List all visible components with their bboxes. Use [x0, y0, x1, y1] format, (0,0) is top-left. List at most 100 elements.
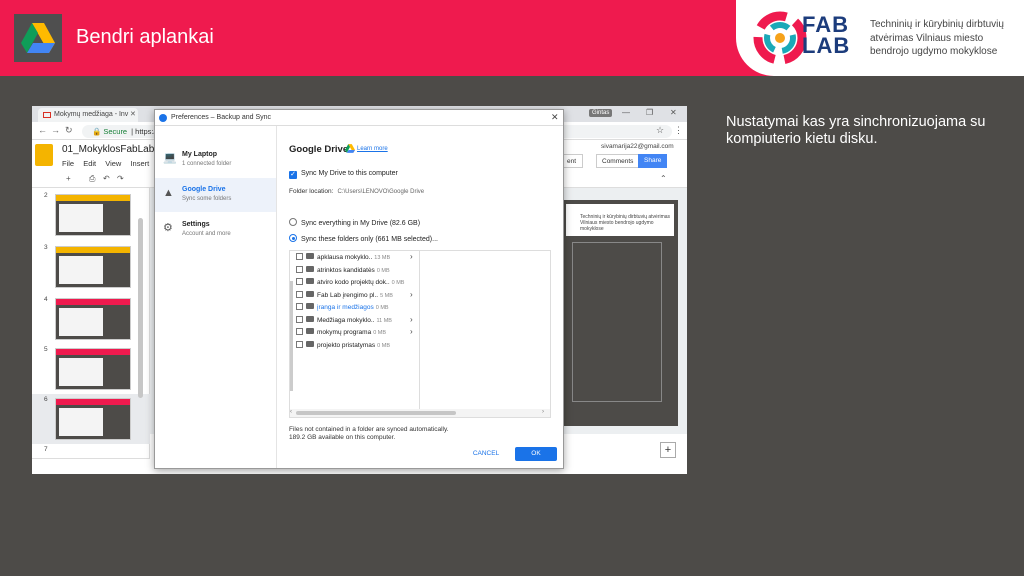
folder-list-scrollbar[interactable] [290, 281, 293, 391]
dialog-close-icon[interactable]: ✕ [551, 112, 559, 123]
gmail-icon [43, 112, 51, 118]
slide-title: Bendri aplankai [76, 26, 214, 48]
slide-filmstrip: 2 3 4 5 6 7 [32, 188, 150, 474]
slides-logo-icon[interactable] [35, 144, 53, 166]
drive-logo-tile [14, 14, 62, 62]
slide-number: 7 [44, 446, 48, 453]
backup-sync-icon [159, 114, 167, 122]
slide-thumbnail[interactable] [55, 246, 131, 288]
hscroll-thumb[interactable] [296, 411, 456, 415]
maximize-icon[interactable]: ❐ [646, 108, 653, 117]
menu-file[interactable]: File [62, 159, 74, 168]
sidebar-item-settings[interactable]: ⚙ Settings Account and more [155, 213, 276, 247]
folder-row[interactable]: apklausa mokyklo.. 13 MB › [296, 252, 418, 265]
sync-my-drive-checkbox[interactable]: ✓ Sync My Drive to this computer [289, 170, 398, 179]
ok-button[interactable]: OK [515, 447, 557, 461]
folder-row[interactable]: atviro kodo projektų dok.. 0 MB [296, 278, 418, 290]
lock-icon: 🔒 [92, 127, 102, 136]
chevron-right-icon: › [410, 252, 413, 261]
minimize-icon[interactable]: — [622, 108, 630, 117]
folder-icon [306, 278, 314, 284]
dialog-titlebar: Preferences – Backup and Sync ✕ [155, 110, 563, 126]
fablab-logo-icon [753, 11, 807, 65]
folder-icon [306, 315, 314, 322]
new-slide-icon[interactable]: + [66, 174, 71, 183]
redo-icon[interactable]: ↷ [117, 174, 124, 183]
folder-row[interactable]: Fab Lab įrengimo pl.. 5 MB › [296, 290, 418, 303]
folder-location-path[interactable]: C:\Users\LENOVO\Google Drive [337, 189, 424, 195]
sidebar-item-my-laptop[interactable]: 💻 My Laptop 1 connected folder [155, 143, 276, 177]
tab-close-icon[interactable]: ✕ [130, 110, 136, 118]
print-icon[interactable]: ⎙ [89, 174, 95, 184]
radio-sync-everything[interactable]: Sync everything in My Drive (82.6 GB) [289, 218, 420, 227]
slide-canvas[interactable]: Techninių ir kūrybinių dirbtuvių atvėrim… [562, 200, 678, 426]
scroll-right-icon[interactable]: › [542, 409, 544, 415]
folder-list: apklausa mokyklo.. 13 MB › atrinktos kandi… [290, 251, 420, 409]
window-close-icon[interactable]: ✕ [670, 108, 677, 117]
bookmark-star-icon[interactable]: ☆ [656, 125, 664, 136]
menu-edit[interactable]: Edit [83, 159, 96, 168]
canvas-placeholder [572, 242, 662, 402]
google-drive-icon [21, 23, 55, 53]
undo-icon[interactable]: ↶ [103, 174, 110, 183]
profile-chip[interactable]: Gintas [589, 109, 613, 117]
menu-insert[interactable]: Insert [130, 159, 149, 168]
folder-row[interactable]: mokymų programa 0 MB › [296, 327, 418, 340]
sync-footnote: Files not contained in a folder are sync… [289, 426, 449, 441]
slide-number: 4 [44, 296, 48, 303]
scroll-left-icon[interactable]: ‹ [290, 409, 292, 415]
folder-row[interactable]: įranga ir medžiagos 0 MB [296, 303, 418, 315]
logo-caption: Techninių ir kūrybinių dirbtuvių atvėrim… [870, 19, 1004, 57]
cancel-button[interactable]: CANCEL [463, 447, 509, 461]
folder-picker: apklausa mokyklo.. 13 MB › atrinktos kandi… [289, 250, 551, 418]
folder-icon [306, 340, 314, 347]
chevron-right-icon: › [410, 314, 413, 324]
browser-screenshot: Mokymų medžiaga - Inv ✕ Gintas — ❐ ✕ ← →… [32, 106, 687, 474]
dialog-sidebar: 💻 My Laptop 1 connected folder ▲ Google … [155, 126, 277, 468]
folder-icon [306, 253, 314, 259]
reload-icon[interactable]: ↻ [65, 125, 73, 136]
browser-menu-icon[interactable]: ⋮ [674, 125, 683, 136]
account-email[interactable]: sivamarija22@gmail.com [601, 143, 674, 150]
folder-row[interactable]: projekto pristatymas 0 MB [296, 340, 418, 353]
folder-icon [306, 303, 314, 309]
dialog-main: Google Drive Learn more ✓ Sync My Drive t… [277, 126, 563, 468]
filmstrip-scrollbar[interactable] [138, 218, 143, 398]
slide-header-band: Bendri aplankai FAB LAB Techninių ir kūr… [0, 0, 1024, 76]
laptop-icon: 💻 [163, 152, 177, 164]
folder-location: Folder location: C:\Users\LENOVO\Google D… [289, 188, 425, 195]
gear-icon: ⚙ [163, 222, 173, 234]
drive-icon: ▲ [163, 187, 174, 199]
folder-row[interactable]: Medžiaga mokyklo.. 11 MB › [296, 314, 418, 328]
chevron-right-icon: › [410, 327, 413, 336]
doc-title[interactable]: 01_MokyklosFabLab_( [62, 144, 163, 155]
drive-heading: Google Drive [289, 144, 349, 155]
drive-heading-icon [345, 144, 355, 153]
back-icon[interactable]: ← [38, 125, 47, 135]
canvas-logo-text: Techninių ir kūrybinių dirbtuvių atvėrim… [566, 204, 674, 236]
browser-tab[interactable]: Mokymų medžiaga - Inv ✕ [38, 108, 138, 122]
slide-caption: Nustatymai kas yra sinchronizuojama su k… [726, 114, 986, 147]
slide-thumbnail[interactable] [55, 398, 131, 440]
slide-number: 5 [44, 346, 48, 353]
learn-more-link[interactable]: Learn more [357, 146, 388, 152]
preferences-dialog: Preferences – Backup and Sync ✕ 💻 My Lap… [154, 109, 564, 469]
fablab-logo-text: FAB LAB [802, 12, 851, 58]
forward-icon[interactable]: → [51, 125, 60, 135]
folder-icon [306, 265, 314, 272]
slide-number: 2 [44, 192, 48, 199]
share-button[interactable]: Share [638, 154, 668, 168]
slide-thumbnail[interactable] [55, 348, 131, 390]
comments-button[interactable]: Comments [596, 154, 640, 168]
sidebar-item-google-drive[interactable]: ▲ Google Drive Sync some folders [155, 178, 276, 212]
radio-sync-these-folders[interactable]: Sync these folders only (661 MB selected… [289, 234, 438, 243]
folder-row[interactable]: atrinktos kandidatės 0 MB [296, 265, 418, 278]
menu-view[interactable]: View [105, 159, 121, 168]
collapse-icon[interactable]: ⌃ [660, 174, 667, 183]
folder-icon [306, 328, 314, 334]
fablab-logo-panel: FAB LAB Techninių ir kūrybinių dirbtuvių… [736, 0, 1024, 76]
add-icon[interactable]: + [660, 442, 676, 458]
slide-thumbnail[interactable] [55, 298, 131, 340]
slide-thumbnail[interactable] [55, 194, 131, 236]
folder-hscrollbar[interactable]: ‹ › [290, 409, 550, 417]
